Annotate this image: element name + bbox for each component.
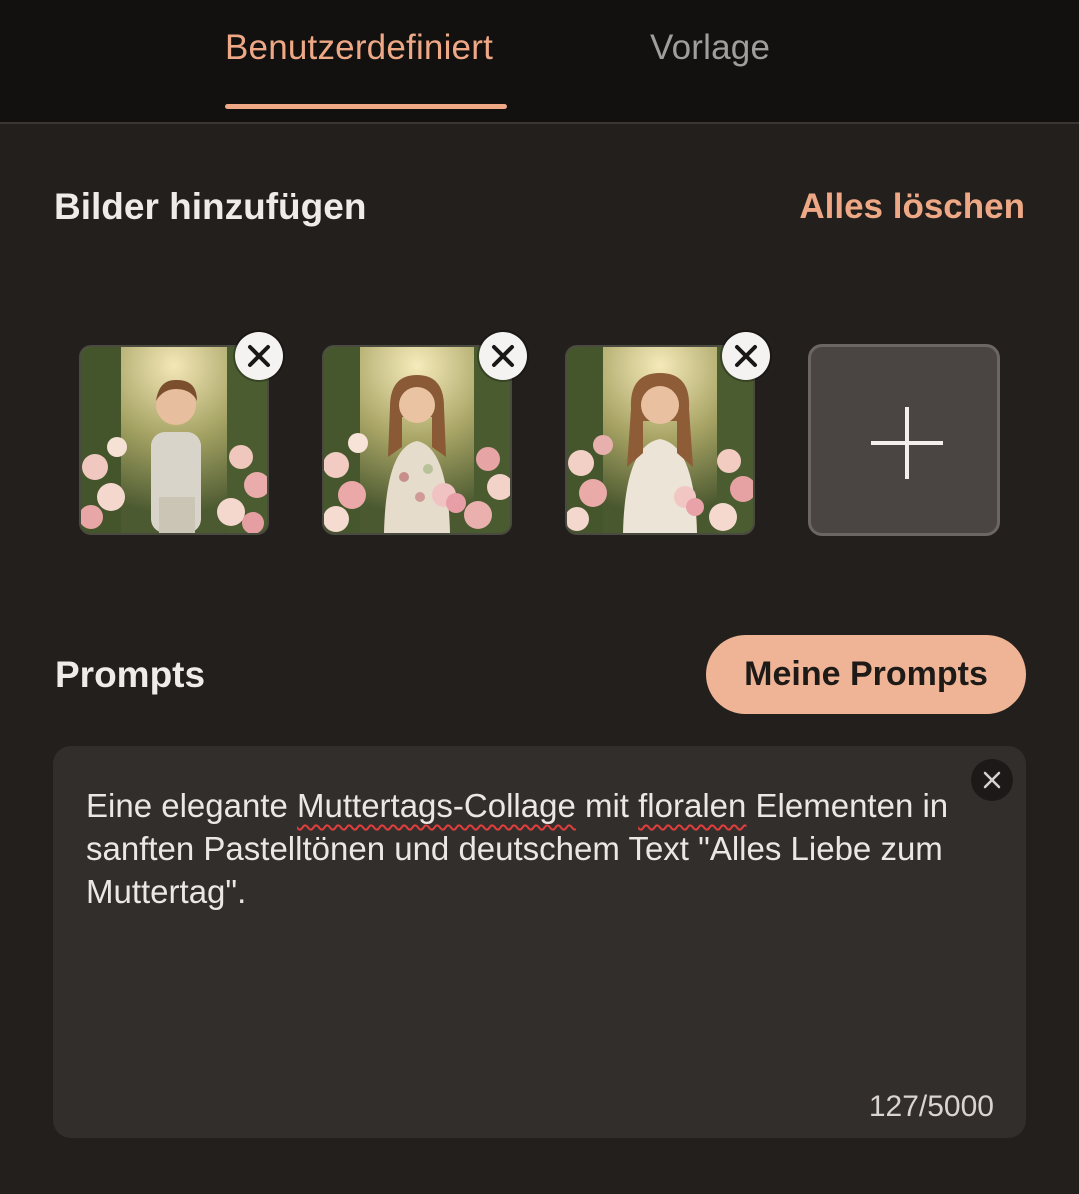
spellcheck-word: floralen [638, 787, 747, 824]
spellcheck-word: Muttertags-Collage [297, 787, 576, 824]
clear-prompt-button[interactable] [971, 759, 1013, 801]
prompt-textarea[interactable]: Eine elegante Muttertags-Collage mit flo… [53, 746, 1026, 1138]
character-counter: 127/5000 [868, 1090, 994, 1123]
close-icon [983, 771, 1001, 789]
tab-custom[interactable]: Benutzerdefiniert [225, 28, 493, 68]
clear-all-button[interactable]: Alles löschen [799, 187, 1025, 227]
close-icon [248, 345, 270, 367]
remove-image-1-button[interactable] [235, 332, 283, 380]
prompt-text[interactable]: Eine elegante Muttertags-Collage mit flo… [86, 784, 996, 913]
plus-icon [871, 407, 943, 479]
add-image-button[interactable] [808, 344, 1000, 536]
close-icon [735, 345, 757, 367]
remove-image-2-button[interactable] [479, 332, 527, 380]
close-icon [492, 345, 514, 367]
prompts-heading: Prompts [55, 654, 206, 695]
active-tab-indicator [225, 104, 507, 109]
add-images-heading: Bilder hinzufügen [54, 186, 367, 227]
remove-image-3-button[interactable] [722, 332, 770, 380]
tab-template[interactable]: Vorlage [650, 28, 770, 68]
my-prompts-button[interactable]: Meine Prompts [706, 635, 1026, 714]
tab-bar: Benutzerdefiniert Vorlage [0, 0, 1079, 124]
